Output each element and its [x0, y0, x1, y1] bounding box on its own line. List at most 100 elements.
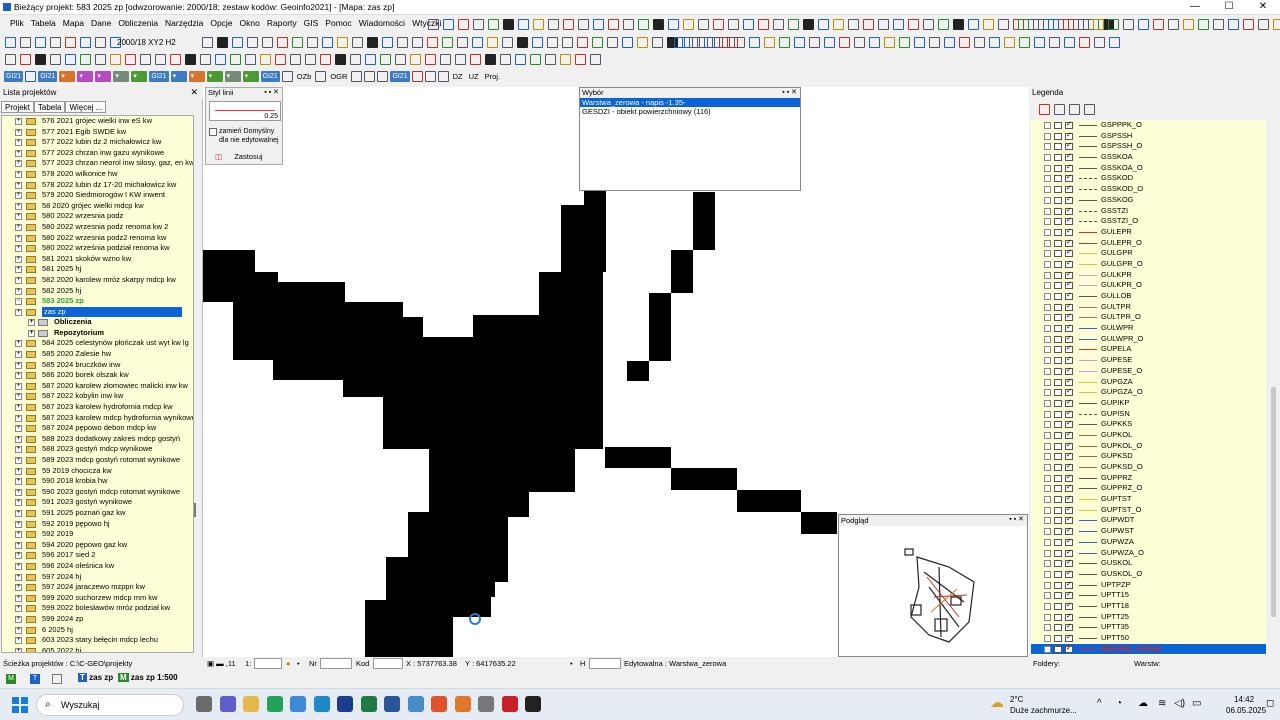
layer-active-checkbox[interactable]: [1065, 173, 1073, 184]
toolbar-tool-icon[interactable]: [878, 18, 889, 30]
legend-layer[interactable]: GUPISN: [1031, 409, 1266, 419]
legend-layer[interactable]: GULWPR_O: [1031, 334, 1266, 344]
preview-map[interactable]: [839, 527, 1027, 657]
expand-icon[interactable]: [1044, 239, 1051, 247]
toolbar-tool-icon[interactable]: [869, 36, 880, 48]
layer-visible-checkbox[interactable]: [1054, 367, 1062, 375]
legend-scrollbar[interactable]: [1268, 87, 1280, 657]
legend-layer[interactable]: GUPIKP: [1031, 398, 1266, 409]
h-input[interactable]: [589, 658, 621, 669]
tab-tabela[interactable]: Tabela: [33, 101, 66, 113]
maximize-button[interactable]: ☐: [1212, 0, 1246, 15]
expand-icon[interactable]: +: [15, 223, 22, 231]
expand-icon[interactable]: +: [15, 149, 22, 157]
tree-item[interactable]: +587 2022 kobylin inw kw: [2, 391, 193, 402]
legend-layer[interactable]: GULLOB: [1031, 291, 1266, 302]
legend-layer[interactable]: UPTT25: [1031, 612, 1266, 622]
toolbar-tool-icon[interactable]: [1123, 18, 1134, 30]
legend-layer[interactable]: GSSKOA: [1031, 152, 1266, 163]
toolbar-tool-icon[interactable]: [215, 53, 226, 65]
gi21-ozb-button[interactable]: OZb: [297, 72, 312, 81]
toolbar-tool-icon[interactable]: [202, 36, 213, 48]
layer-active-checkbox[interactable]: [1065, 248, 1073, 259]
layer-active-checkbox[interactable]: [1065, 569, 1073, 580]
expand-icon[interactable]: [1044, 538, 1051, 546]
close-icon[interactable]: ✕: [190, 87, 198, 98]
layer-visible-checkbox[interactable]: [1054, 613, 1062, 621]
expand-icon[interactable]: [1044, 303, 1051, 311]
tree-item[interactable]: +588 2023 dodatkowy zakres mdcp gostyń: [2, 434, 193, 445]
toolbar-tool-icon[interactable]: [530, 53, 541, 65]
toolbar-tool-icon[interactable]: [1034, 36, 1045, 48]
legend-layer[interactable]: GULGPR_O: [1031, 259, 1266, 270]
layer-active-checkbox[interactable]: [1065, 398, 1073, 409]
expand-icon[interactable]: +: [15, 202, 22, 210]
expand-icon[interactable]: [1044, 378, 1051, 386]
gi21-tool-icon[interactable]: GI21: [4, 70, 24, 82]
layer-visible-checkbox[interactable]: [1054, 122, 1062, 129]
legend-layer[interactable]: UPTT35: [1031, 622, 1266, 633]
expand-icon[interactable]: +: [15, 213, 22, 221]
powerpoint-icon[interactable]: [431, 696, 447, 712]
tree-item[interactable]: +586 2020 borek olszak kw: [2, 370, 193, 381]
expand-icon[interactable]: [1044, 271, 1051, 279]
toolbar-tool-icon[interactable]: [652, 36, 663, 48]
layer-active-checkbox[interactable]: [1065, 441, 1073, 451]
layer-visible-checkbox[interactable]: [1054, 389, 1062, 397]
toolbar-tool-icon[interactable]: [998, 18, 1009, 30]
legend-layer[interactable]: GULEPR_O: [1031, 238, 1266, 248]
toolbar-tool-icon[interactable]: [245, 53, 256, 65]
toolbar-tool-icon[interactable]: [1168, 18, 1179, 30]
tree-item[interactable]: +577 2022 lubin dz 2 michałowicz kw: [2, 137, 193, 148]
toolbar-tool-icon[interactable]: [848, 18, 859, 30]
toolbar-tool-icon[interactable]: [674, 36, 685, 48]
toolbar-tool-icon[interactable]: [457, 36, 468, 48]
toolbar-tool-icon[interactable]: [833, 18, 844, 30]
tree-item[interactable]: +581 2025 hj: [2, 264, 193, 275]
expand-icon[interactable]: [1044, 517, 1051, 525]
menu-item-7[interactable]: Okno: [240, 18, 260, 28]
toolbar-tool-icon[interactable]: [365, 53, 376, 65]
tree-item[interactable]: + Obliczenia: [2, 317, 193, 328]
layer-visible-checkbox[interactable]: [1054, 228, 1062, 236]
expand-icon[interactable]: [1044, 549, 1051, 557]
toolbar-tool-icon[interactable]: [533, 18, 544, 30]
gi21-tool-icon[interactable]: [377, 70, 389, 82]
toolbar-tool-icon[interactable]: [427, 36, 438, 48]
tree-item[interactable]: +597 2024 hj: [2, 572, 193, 583]
toolbar-tool-icon[interactable]: [563, 18, 574, 30]
layer-visible-checkbox[interactable]: [1054, 549, 1062, 557]
toolbar-tool-icon[interactable]: [470, 53, 481, 65]
toolbar-tool-icon[interactable]: [35, 36, 46, 48]
teams-icon[interactable]: [219, 696, 236, 712]
legend-layer[interactable]: GUPWZA_O: [1031, 548, 1266, 558]
tree-item[interactable]: +579 2020 Siedmiorogów I KW inwent: [2, 190, 193, 201]
tree-item[interactable]: +6 2025 hj: [2, 625, 193, 636]
toolbar-tool-icon[interactable]: [305, 53, 316, 65]
toolbar-tool-icon[interactable]: [5, 36, 16, 48]
battery-icon[interactable]: ▭: [1192, 698, 1201, 709]
tree-item[interactable]: +591 2025 poznań gaz kw: [2, 508, 193, 519]
toolbar-tool-icon[interactable]: [155, 53, 166, 65]
legend-layer[interactable]: GUPWZA: [1031, 537, 1266, 548]
legend-layer[interactable]: GSSKOD: [1031, 173, 1266, 184]
expand-icon[interactable]: −: [15, 298, 22, 306]
expand-icon[interactable]: +: [15, 160, 22, 168]
toolbar-tool-icon[interactable]: [1108, 18, 1119, 30]
notifications-icon[interactable]: ◻: [1266, 698, 1274, 709]
gi21-tool-icon[interactable]: ▾: [188, 70, 205, 82]
legend-layer[interactable]: GSPPPK_O: [1031, 120, 1266, 131]
expand-icon[interactable]: +: [15, 467, 22, 475]
toolbar-tool-icon[interactable]: [899, 36, 910, 48]
expand-icon[interactable]: [1044, 346, 1051, 354]
scale-input[interactable]: [254, 658, 282, 669]
gi21-tool-icon[interactable]: [281, 70, 293, 82]
toolbar-tool-icon[interactable]: [230, 53, 241, 65]
toolbar-tool-icon[interactable]: [140, 53, 151, 65]
expand-icon[interactable]: [1044, 485, 1051, 493]
toolbar-tool-icon[interactable]: [442, 36, 453, 48]
toolbar-tool-icon[interactable]: [50, 53, 61, 65]
toolbar-tool-icon[interactable]: [352, 36, 363, 48]
toolbar-tool-icon[interactable]: [592, 36, 603, 48]
toolbar-tool-icon[interactable]: [80, 36, 91, 48]
